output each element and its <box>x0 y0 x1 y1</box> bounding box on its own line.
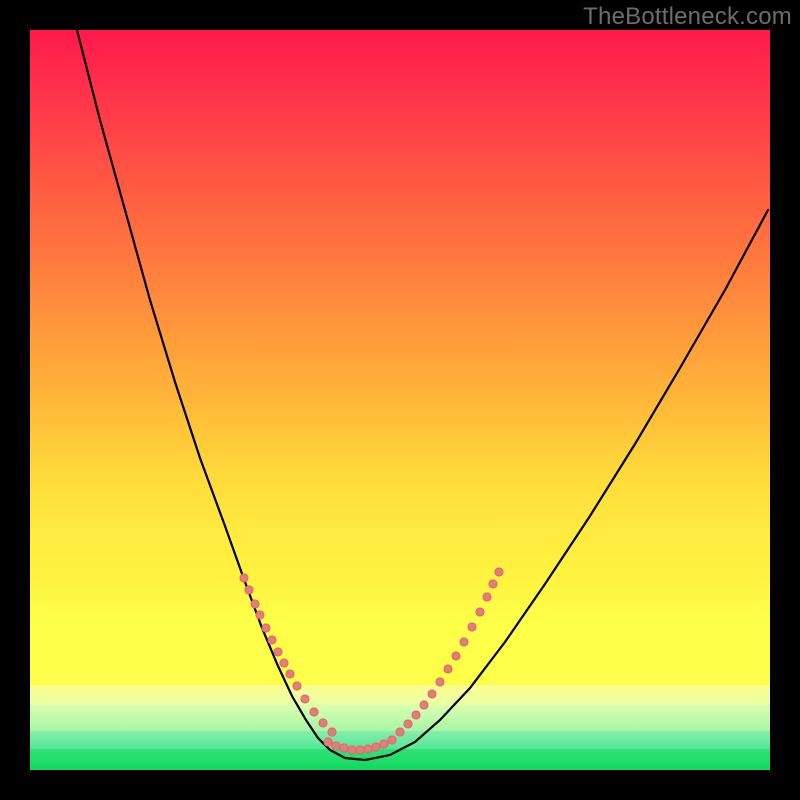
marker-dot <box>245 586 253 594</box>
marker-dot <box>495 568 503 576</box>
marker-dot <box>468 623 476 631</box>
marker-dot <box>293 682 301 690</box>
marker-dot <box>256 611 264 619</box>
marker-dot <box>251 600 259 608</box>
marker-dot <box>310 708 318 716</box>
marker-dot <box>274 648 282 656</box>
marker-dot <box>436 678 444 686</box>
marker-dot <box>460 638 468 646</box>
marker-dots <box>240 568 503 754</box>
marker-dot <box>404 720 412 728</box>
marker-dot <box>388 736 396 744</box>
watermark-text: TheBottleneck.com <box>583 3 792 31</box>
marker-dot <box>301 695 309 703</box>
marker-dot <box>348 746 356 754</box>
marker-dot <box>286 670 294 678</box>
chart-stage: TheBottleneck.com <box>0 0 800 800</box>
marker-dot <box>483 593 491 601</box>
marker-dot <box>262 624 270 632</box>
marker-dot <box>489 580 497 588</box>
marker-dot <box>476 608 484 616</box>
marker-dot <box>328 728 336 736</box>
markers-layer <box>30 30 770 770</box>
marker-dot <box>444 665 452 673</box>
marker-dot <box>356 746 364 754</box>
marker-dot <box>380 740 388 748</box>
marker-dot <box>340 744 348 752</box>
marker-dot <box>364 745 372 753</box>
marker-dot <box>240 574 248 582</box>
marker-dot <box>324 738 332 746</box>
marker-dot <box>396 728 404 736</box>
marker-dot <box>452 652 460 660</box>
marker-dot <box>332 742 340 750</box>
marker-dot <box>268 636 276 644</box>
marker-dot <box>280 659 288 667</box>
marker-dot <box>372 743 380 751</box>
marker-dot <box>412 711 420 719</box>
plot-area <box>30 30 770 770</box>
marker-dot <box>428 690 436 698</box>
marker-dot <box>319 719 327 727</box>
marker-dot <box>420 701 428 709</box>
